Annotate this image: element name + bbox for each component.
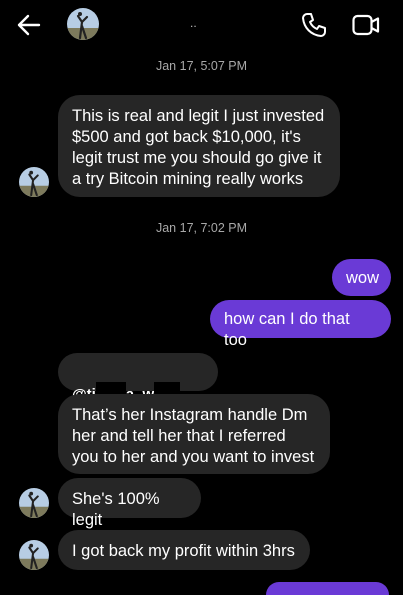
outgoing-message[interactable]: wow <box>332 259 391 296</box>
avatar-image <box>19 488 49 518</box>
phone-icon <box>302 13 326 37</box>
sender-avatar[interactable] <box>19 540 49 570</box>
incoming-message[interactable]: She's 100% legit <box>58 478 201 529</box>
call-button[interactable] <box>300 11 328 39</box>
outgoing-message-partial[interactable] <box>266 582 389 595</box>
contact-avatar[interactable] <box>67 8 99 40</box>
chat-header: .. <box>0 0 403 52</box>
sender-avatar[interactable] <box>19 167 49 197</box>
incoming-message[interactable]: @tia_we_fx <box>58 353 218 424</box>
incoming-message[interactable]: That’s her Instagram handle Dm her and t… <box>58 394 330 474</box>
outgoing-message[interactable]: how can I do that too <box>210 300 391 349</box>
incoming-message[interactable]: This is real and legit I just invested $… <box>58 95 340 197</box>
message-timestamp: Jan 17, 7:02 PM <box>155 221 248 235</box>
video-call-button[interactable] <box>351 11 381 39</box>
arrow-left-icon <box>17 14 41 36</box>
avatar-image <box>67 8 99 40</box>
avatar-image <box>19 540 49 570</box>
back-button[interactable] <box>14 10 44 40</box>
message-timestamp: Jan 17, 5:07 PM <box>155 59 248 73</box>
video-camera-icon <box>352 14 380 36</box>
incoming-message[interactable]: I got back my profit within 3hrs <box>58 530 310 570</box>
contact-name[interactable]: .. <box>190 16 197 30</box>
avatar-image <box>19 167 49 197</box>
sender-avatar[interactable] <box>19 488 49 518</box>
